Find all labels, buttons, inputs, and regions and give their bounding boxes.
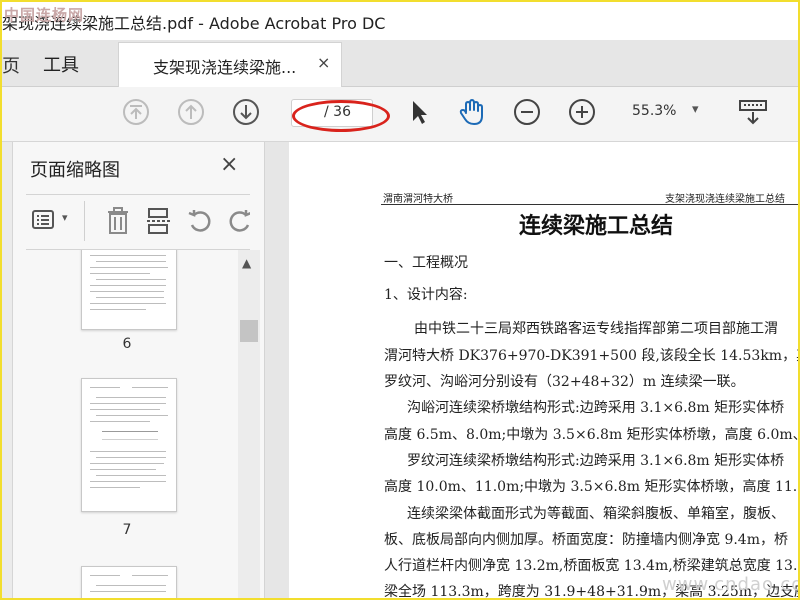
zoom-select[interactable]: 55.3% ▾ [624,99,710,125]
rotate-clockwise-icon[interactable] [226,207,250,235]
zoom-in-icon[interactable] [567,97,597,127]
thumbnail-scrollbar[interactable]: ▲ [238,250,260,598]
tab-document-label: 支架现浇连续梁施... [153,58,297,77]
doc-line: 板、底板局部向内侧加厚。桥面宽度：防撞墙内侧净宽 9.4m，桥 [384,532,788,548]
select-arrow-icon[interactable] [404,97,434,127]
thumbnail-list: 6 7 [12,250,238,598]
panel-toolbar: ▾ [26,194,250,250]
zoom-value: 55.3% [632,103,677,119]
document-page: 渭南渭河特大桥 支架浇现浇连续梁施工总结 连续梁施工总结 一、工程概况 1、设计… [289,142,798,598]
doc-line: 罗纹河、沟峪河分别设有（32+48+32）m 连续梁一联。 [384,374,745,390]
thumbnail-label: 6 [122,336,132,352]
tab-tools[interactable]: 工具 [43,51,79,77]
hand-tool-icon[interactable] [457,97,487,127]
chevron-down-icon: ▾ [692,102,699,117]
doc-line: 罗纹河连续梁桥墩结构形式:边跨采用 3.1×6.8m 矩形实体桥 [407,453,785,469]
tab-document[interactable]: 支架现浇连续梁施... × [118,42,342,87]
page-thumbnail-7[interactable] [81,378,177,512]
scrollbar-thumb[interactable] [240,320,258,342]
panel-title: 页面缩略图 [30,160,120,181]
page-thumbnail-6[interactable] [81,250,177,330]
site-watermark-bottom: www.cndao.com [662,574,798,595]
tab-bar: 页 工具 支架现浇连续梁施... × [2,40,798,87]
options-menu-icon[interactable] [32,209,58,231]
doc-line: 1、设计内容: [384,287,468,303]
doc-line: 人行道栏杆内侧净宽 13.2m,桥面板宽 13.4m,桥梁建筑总宽度 13. [384,558,798,574]
title-bar: 架现浇连续梁施工总结.pdf - Adobe Acrobat Pro DC 中国… [2,2,798,40]
document-view[interactable]: 渭南渭河特大桥 支架浇现浇连续梁施工总结 连续梁施工总结 一、工程概况 1、设计… [265,142,798,598]
thumbnail-panel: 页面缩略图 × ▾ 6 7 ▲ [2,142,265,598]
next-page-icon[interactable] [231,97,261,127]
header-rule [381,204,798,205]
page-header-right: 支架浇现浇连续梁施工总结 [665,194,785,205]
acrobat-window: 架现浇连续梁施工总结.pdf - Adobe Acrobat Pro DC 中国… [0,0,800,600]
doc-line: 由中铁二十三局郑西铁路客运专线指挥部第二项目部施工渭 [414,321,778,337]
doc-line: 一、工程概况 [384,255,468,271]
toolbar: / 36 55.3% ▾ [2,87,798,142]
scroll-up-icon[interactable]: ▲ [242,256,251,270]
panel-close-button[interactable]: × [220,152,238,177]
first-page-icon[interactable] [121,97,151,127]
tab-close-button[interactable]: × [317,53,330,72]
chevron-down-icon[interactable]: ▾ [62,211,68,224]
page-thumbnail-8[interactable] [81,566,177,598]
doc-line: 高度 6.5m、8.0m;中墩为 3.5×6.8m 矩形实体桥墩，高度 6.0m… [384,427,798,443]
keyboard-icon[interactable] [738,97,768,127]
page-header-left: 渭南渭河特大桥 [383,194,453,205]
previous-page-icon[interactable] [176,97,206,127]
doc-line: 连续梁梁体截面形式为等截面、箱梁斜腹板、单箱室，腹板、 [407,506,785,522]
annotation-ellipse [292,100,390,132]
divider [84,201,85,241]
extract-pages-icon[interactable] [146,207,172,235]
rotate-counterclockwise-icon[interactable] [186,207,214,235]
zoom-out-icon[interactable] [512,97,542,127]
doc-line: 渭河特大桥 DK376+970-DK391+500 段,该段全长 14.53km… [384,348,798,364]
thumbnail-label: 7 [122,522,132,538]
site-watermark: 中国连杨网 [4,6,85,24]
doc-line: 高度 10.0m、11.0m;中墩为 3.5×6.8m 矩形实体桥墩，高度 11… [384,479,798,495]
delete-icon[interactable] [106,207,130,235]
tab-home[interactable]: 页 [2,52,20,78]
doc-line: 沟峪河连续梁桥墩结构形式:边跨采用 3.1×6.8m 矩形实体桥 [407,400,785,416]
document-title: 连续梁施工总结 [519,213,674,239]
